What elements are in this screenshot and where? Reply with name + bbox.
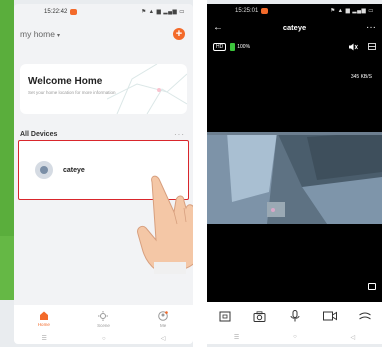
system-icons: ⚑ ▲ ▆ ▂▄▆ ▭ xyxy=(330,8,374,14)
quality-group: HD 100% xyxy=(213,43,250,51)
nav-me[interactable]: Me xyxy=(143,310,183,328)
camera-feed-image xyxy=(207,132,382,224)
devices-header: All Devices ··· xyxy=(14,128,193,140)
more-controls-icon[interactable] xyxy=(357,308,373,324)
camera-info-bar: HD 100% xyxy=(207,42,382,52)
camera-top-controls xyxy=(349,43,376,51)
divider xyxy=(193,0,207,347)
home-circle-icon[interactable]: ○ xyxy=(102,336,106,342)
bottom-nav: Home Scene Me xyxy=(14,305,193,333)
camera-header: ← cateye ··· xyxy=(207,18,382,36)
profile-icon xyxy=(158,310,168,321)
back-arrow-icon[interactable]: ← xyxy=(213,22,223,33)
nav-scene-label: Scene xyxy=(97,322,110,328)
mute-icon[interactable] xyxy=(349,43,358,51)
map-background-icon xyxy=(107,64,187,114)
add-device-button[interactable]: + xyxy=(173,28,185,40)
microphone-icon[interactable] xyxy=(287,308,303,324)
video-feed[interactable] xyxy=(207,132,382,224)
menu-icon[interactable]: ☰ xyxy=(42,335,47,342)
scene-icon xyxy=(98,310,109,321)
battery-icon xyxy=(230,43,236,51)
notification-icon xyxy=(70,9,78,15)
system-nav-bar: ☰ ○ ◁ xyxy=(14,333,193,344)
chevron-down-icon: ▾ xyxy=(56,33,60,39)
device-name: cateye xyxy=(63,166,85,174)
camera-controls xyxy=(207,302,382,330)
devices-title: All Devices xyxy=(20,130,58,138)
home-circle-icon[interactable]: ○ xyxy=(293,334,297,340)
phone-camera-screen: 15:25:01 ⚑ ▲ ▆ ▂▄▆ ▭ ← cateye ··· HD 100… xyxy=(207,4,382,344)
back-triangle-icon[interactable]: ◁ xyxy=(161,335,166,342)
video-record-icon[interactable] xyxy=(322,308,338,324)
nav-me-label: Me xyxy=(160,322,167,328)
status-bar: 15:22:42 ⚑ ▲ ▆ ▂▄▆ ▭ xyxy=(14,4,193,20)
system-icons: ⚑ ▲ ▆ ▂▄▆ ▭ xyxy=(141,9,185,15)
home-header: my home ▾ + xyxy=(14,20,193,42)
stream-speed: 345 KB/S xyxy=(350,74,372,80)
camera-title: cateye xyxy=(282,22,307,32)
nav-home[interactable]: Home xyxy=(24,311,64,327)
status-time-group: 15:22:42 xyxy=(44,9,78,15)
home-name: my home xyxy=(20,29,55,39)
system-nav-bar: ☰ ○ ◁ xyxy=(207,330,382,344)
camera-icon[interactable] xyxy=(252,308,268,324)
hd-button[interactable]: HD xyxy=(213,43,227,51)
battery-text: 100% xyxy=(237,44,251,50)
welcome-card[interactable]: Welcome Home Set your home location for … xyxy=(20,64,187,114)
notification-icon xyxy=(261,8,269,14)
battery-indicator: 100% xyxy=(230,43,250,51)
camera-device-icon xyxy=(35,161,53,179)
status-time-group: 15:25:01 xyxy=(235,8,269,14)
status-time: 15:25:01 xyxy=(235,8,259,14)
home-selector[interactable]: my home ▾ xyxy=(20,29,60,39)
phone-home-screen: 15:22:42 ⚑ ▲ ▆ ▂▄▆ ▭ my home ▾ + Welcome … xyxy=(14,4,193,344)
split-view-icon[interactable] xyxy=(368,43,376,50)
nav-scene[interactable]: Scene xyxy=(83,310,123,328)
home-icon xyxy=(39,311,48,320)
screenshot-icon[interactable] xyxy=(217,308,233,324)
pointing-hand-icon xyxy=(137,175,193,274)
status-bar: 15:25:01 ⚑ ▲ ▆ ▂▄▆ ▭ xyxy=(207,4,382,18)
menu-icon[interactable]: ☰ xyxy=(234,334,239,341)
fullscreen-icon[interactable] xyxy=(368,283,376,290)
nav-home-label: Home xyxy=(37,322,50,327)
more-options-button[interactable]: ··· xyxy=(366,22,376,33)
devices-more-button[interactable]: ··· xyxy=(174,130,185,139)
back-triangle-icon[interactable]: ◁ xyxy=(350,334,355,341)
status-time: 15:22:42 xyxy=(44,9,68,15)
